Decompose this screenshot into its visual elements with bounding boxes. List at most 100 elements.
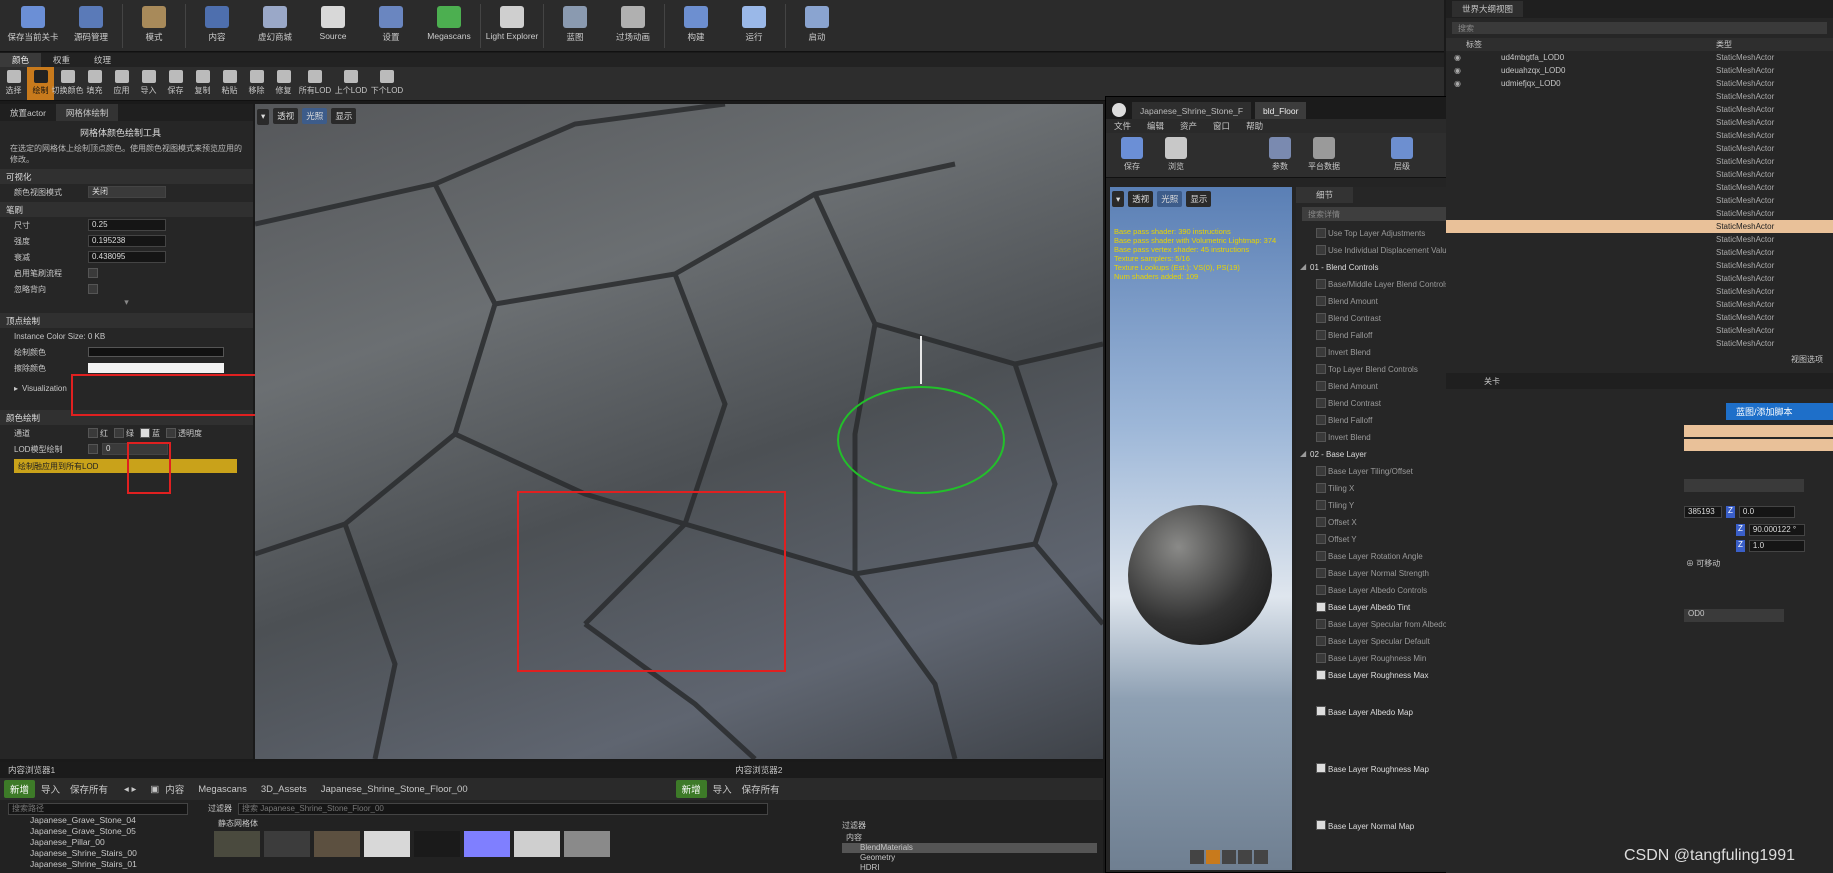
collapse-arrow-icon[interactable]: ▸ (14, 384, 18, 393)
selected-component-row[interactable] (1684, 425, 1833, 437)
tree-item[interactable]: Geometry (842, 853, 1097, 863)
asset-thumbnail[interactable] (414, 831, 460, 857)
param-override-checkbox[interactable] (1316, 585, 1326, 595)
editor-menu-2[interactable]: 资产 (1172, 119, 1205, 133)
outliner-row[interactable]: StaticMeshActor (1446, 298, 1833, 311)
param-override-checkbox[interactable] (1316, 364, 1326, 374)
asset-thumbnail[interactable] (314, 831, 360, 857)
toolbar-button-12[interactable]: 运行 (725, 0, 783, 50)
col-label[interactable]: 标签 (1466, 39, 1482, 50)
param-override-checkbox[interactable] (1316, 517, 1326, 527)
mesh-tool-4[interactable]: 应用 (108, 67, 135, 100)
search-paths-input[interactable]: 搜索路径 (8, 803, 188, 815)
outliner-row[interactable]: StaticMeshActor (1446, 246, 1833, 259)
asset-thumbnail[interactable] (464, 831, 510, 857)
save-all-button[interactable]: 保存所有 (70, 782, 108, 796)
movable-option[interactable]: ⊕ 可移动 (1686, 558, 1833, 569)
param-override-checkbox[interactable] (1316, 706, 1326, 716)
mesh-tool-2[interactable]: 切换颜色 (52, 67, 84, 100)
param-override-checkbox[interactable] (1316, 534, 1326, 544)
blue-channel-checkbox[interactable] (140, 428, 150, 438)
preview-show-button[interactable]: 显示 (1186, 191, 1212, 207)
mesh-tool-3[interactable]: 填充 (81, 67, 108, 100)
param-override-checkbox[interactable] (1316, 415, 1326, 425)
toolbar-button-3[interactable]: 内容 (188, 0, 246, 50)
asset-thumbnail[interactable] (214, 831, 260, 857)
param-override-checkbox[interactable] (1316, 670, 1326, 680)
visualization-label[interactable]: Visualization (22, 384, 67, 393)
history-arrows-icon[interactable]: ◂ ▸ (124, 784, 136, 795)
tree-item[interactable]: HDRI (842, 863, 1097, 873)
falloff-input[interactable]: 0.438095 (88, 251, 166, 263)
editor-tool-0[interactable]: 保存 (1110, 133, 1154, 177)
col-type[interactable]: 类型 (1716, 39, 1732, 50)
toolbar-button-6[interactable]: 设置 (362, 0, 420, 50)
new-button[interactable]: 新增 (4, 780, 36, 798)
path-content[interactable]: 内容 (165, 782, 184, 796)
location-x-field[interactable]: 385193 (1684, 506, 1722, 518)
visualization-section[interactable]: 可视化 (0, 169, 253, 184)
toolbar-button-2[interactable]: 模式 (125, 0, 183, 50)
outliner-title[interactable]: 世界大纲视图 (1452, 1, 1524, 17)
toolbar-button-1[interactable]: 源码管理 (62, 0, 120, 50)
lod-paint-checkbox[interactable] (88, 444, 98, 454)
outliner-row[interactable]: StaticMeshActor (1446, 181, 1833, 194)
toolbar-button-11[interactable]: 构建 (667, 0, 725, 50)
toolbar-button-10[interactable]: 过场动画 (604, 0, 662, 50)
folder-item[interactable]: Japanese_Shrine_Stairs_00 (8, 848, 200, 859)
green-channel-checkbox[interactable] (114, 428, 124, 438)
expand-arrow-icon[interactable]: ◢ (1300, 449, 1306, 458)
eye-icon[interactable]: ◉ (1454, 79, 1461, 88)
erase-color-swatch[interactable] (88, 363, 224, 373)
path-floor[interactable]: Japanese_Shrine_Stone_Floor_00 (321, 784, 468, 795)
toolbar-button-0[interactable]: 保存当前关卡 (4, 0, 62, 50)
outliner-row[interactable]: ◉ ud4mbgtfa_LOD0 StaticMeshActor (1446, 51, 1833, 64)
viewport-options-button[interactable]: ▾ (257, 108, 270, 125)
outliner-row[interactable]: ◉ udeuahzqx_LOD0 StaticMeshActor (1446, 64, 1833, 77)
material-preview-viewport[interactable]: ▾ 透视 光照 显示 Base pass shader: 390 instructio… (1110, 187, 1292, 870)
param-override-checkbox[interactable] (1316, 228, 1326, 238)
perspective-button[interactable]: 透视 (273, 108, 299, 124)
preview-lit-button[interactable]: 光照 (1157, 191, 1183, 207)
toolbar-button-7[interactable]: Megascans (420, 0, 478, 50)
param-override-checkbox[interactable] (1316, 330, 1326, 340)
mesh-tool-5[interactable]: 导入 (135, 67, 162, 100)
folder-item[interactable]: Japanese_Grave_Stone_05 (8, 826, 200, 837)
toolbar-button-5[interactable]: Source (304, 0, 362, 50)
asset-search-input[interactable]: 搜索 Japanese_Shrine_Stone_Floor_00 (238, 803, 768, 815)
editor-tool-1[interactable]: 浏览 (1154, 133, 1198, 177)
folder-item[interactable]: Japanese_Grave_Stone_04 (8, 815, 200, 826)
mesh-tool-6[interactable]: 保存 (162, 67, 189, 100)
mesh-tool-13[interactable]: 下个LOD (369, 67, 405, 100)
rotation-z-field[interactable]: 90.000122 ° (1748, 524, 1805, 536)
component-search-input[interactable] (1684, 479, 1804, 492)
folder-item[interactable]: Japanese_Shrine_Stairs_01 (8, 859, 200, 870)
mesh-tool-1[interactable]: 绘制 (27, 67, 54, 100)
editor-menu-0[interactable]: 文件 (1106, 119, 1139, 133)
param-override-checkbox[interactable] (1316, 820, 1326, 830)
expand-arrow-icon[interactable]: ◢ (1300, 262, 1306, 271)
path-megascans[interactable]: Megascans (198, 784, 247, 795)
param-override-checkbox[interactable] (1316, 381, 1326, 391)
toolbar-button-9[interactable]: 蓝图 (546, 0, 604, 50)
outliner-row[interactable]: StaticMeshActor (1446, 142, 1833, 155)
outliner-row[interactable]: StaticMeshActor (1446, 220, 1833, 233)
outliner-row[interactable]: StaticMeshActor (1446, 285, 1833, 298)
preview-options-button[interactable]: ▾ (1112, 191, 1125, 207)
param-override-checkbox[interactable] (1316, 602, 1326, 612)
toolbar-button-4[interactable]: 虚幻商城 (246, 0, 304, 50)
asset-thumbnail[interactable] (364, 831, 410, 857)
ignore-backface-checkbox[interactable] (88, 284, 98, 294)
toolbar-button-13[interactable]: 启动 (788, 0, 846, 50)
param-override-checkbox[interactable] (1316, 653, 1326, 663)
paint-color-swatch[interactable] (88, 347, 224, 357)
asset-thumbnail[interactable] (514, 831, 560, 857)
outliner-row[interactable]: StaticMeshActor (1446, 311, 1833, 324)
details-tab[interactable]: 细节 (1296, 187, 1354, 203)
mesh-tool-8[interactable]: 粘贴 (216, 67, 243, 100)
apply-all-lods-button[interactable]: 绘制融应用到所有LOD (14, 459, 237, 473)
outliner-row[interactable]: StaticMeshActor (1446, 259, 1833, 272)
param-override-checkbox[interactable] (1316, 313, 1326, 323)
asset-thumbnail[interactable] (564, 831, 610, 857)
param-override-checkbox[interactable] (1316, 279, 1326, 289)
